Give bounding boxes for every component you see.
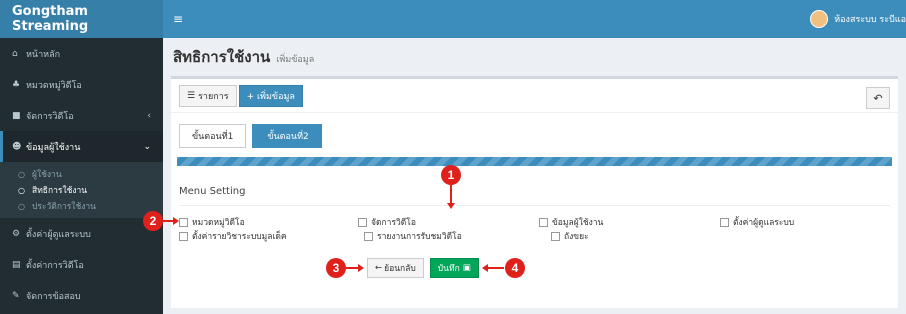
hamburger-icon[interactable]: ≡ (173, 12, 183, 26)
cogs-icon: ⚙ (12, 228, 21, 239)
form-actions: ← ย้อนกลับ บันทึก ▣ (367, 258, 479, 278)
checkbox[interactable] (539, 217, 548, 227)
sitemap-icon: ♣ (12, 79, 21, 90)
circle-icon: ○ (18, 185, 25, 195)
user-name: ห้องสระบบ ระบีแอ (834, 15, 906, 25)
annotation-arrowhead-2 (173, 217, 179, 225)
file-icon: ▤ (12, 259, 21, 270)
checkbox-manage-video[interactable]: จัดการวิดีโอ (358, 215, 539, 229)
checkbox-trash[interactable]: ถังขยะ (551, 229, 738, 243)
sidebar-item-manage-exams[interactable]: ✎ จัดการข้อสอบ (0, 280, 163, 311)
topbar: ≡ ห้องสระบบ ระบีแอ (163, 0, 906, 38)
video-icon: ■ (12, 110, 21, 121)
checkbox[interactable] (719, 217, 729, 227)
save-icon: ▣ (462, 263, 471, 273)
add-button[interactable]: + เพิ่มข้อมูล (238, 84, 303, 107)
list-button[interactable]: ☰ รายการ (179, 84, 237, 107)
checkbox[interactable] (179, 217, 188, 227)
chevron-left-icon: ‹ (147, 110, 151, 121)
checkbox-admin-settings[interactable]: ตั้งค่าผู้ดูแลระบบ (719, 215, 899, 229)
checkbox-row: หมวดหมู่วิดีโอ จัดการวิดีโอ ข้อมูลผู้ใช้… (179, 215, 899, 229)
menu-setting-label: Menu Setting (179, 186, 246, 197)
checkbox-row: ตั้งค่ารายวิชาระบบมูลเด็ค รายงานการรับชม… (179, 229, 899, 243)
step-1-tab[interactable]: ขั้นตอนที่1 (179, 124, 247, 148)
checkbox-video-category[interactable]: หมวดหมู่วิดีโอ (179, 215, 358, 229)
sidebar: Gongtham Streaming ⌂ หน้าหลัก ♣ หมวดหมู่วิ… (0, 0, 163, 314)
checkbox-video-report[interactable]: รายงานการรับชมวิดีโอ (364, 229, 551, 243)
content-header: สิทธิการใช้งาน เพิ่มข้อมูล (171, 38, 898, 76)
main-content: สิทธิการใช้งาน เพิ่มข้อมูล ☰ รายการ + เพิ่… (163, 38, 906, 314)
list-icon: ☰ (187, 90, 196, 101)
sidebar-menu: ⌂ หน้าหลัก ♣ หมวดหมู่วิดีโอ ■ จัดการวิดีโอ ‹… (0, 38, 163, 311)
circle-icon: ○ (18, 169, 25, 179)
sidebar-item-admin-settings[interactable]: ⚙ ตั้งค่าผู้ดูแลระบบ (0, 218, 163, 249)
annotation-badge-1: 1 (441, 165, 461, 185)
chevron-down-icon: ⌄ (143, 141, 151, 152)
reply-icon[interactable]: ↶ (866, 87, 890, 109)
edit-icon: ✎ (12, 290, 20, 301)
home-icon: ⌂ (12, 48, 18, 59)
checkbox[interactable] (364, 231, 373, 241)
menu-checkbox-grid: หมวดหมู่วิดีโอ จัดการวิดีโอ ข้อมูลผู้ใช้… (179, 215, 899, 243)
sidebar-item-user-data[interactable]: ☻ ข้อมูลผู้ใช้งาน ⌄ (0, 131, 163, 162)
step-2-tab[interactable]: ขั้นตอนที่2 (252, 124, 322, 148)
checkbox-user-data[interactable]: ข้อมูลผู้ใช้งาน (539, 215, 720, 229)
sidebar-item-video-category[interactable]: ♣ หมวดหมู่วิดีโอ (0, 69, 163, 100)
sidebar-subitem-users[interactable]: ○ ผู้ใช้งาน (0, 166, 163, 182)
sidebar-item-manage-video[interactable]: ■ จัดการวิดีโอ ‹ (0, 100, 163, 131)
annotation-badge-3: 3 (326, 258, 346, 278)
annotation-badge-4: 4 (505, 258, 525, 278)
user-menu[interactable]: ห้องสระบบ ระบีแอ (810, 10, 906, 28)
wizard-steps: ขั้นตอนที่1 ขั้นตอนที่2 (171, 121, 898, 151)
users-icon: ☻ (12, 141, 22, 152)
page-title: สิทธิการใช้งาน เพิ่มข้อมูล (173, 48, 315, 66)
checkbox-course-settings[interactable]: ตั้งค่ารายวิชาระบบมูลเด็ค (179, 229, 364, 243)
circle-icon: ○ (18, 201, 25, 211)
toolbar: ☰ รายการ + เพิ่มข้อมูล (171, 79, 898, 113)
annotation-arrowhead-3 (358, 264, 364, 272)
sidebar-subitem-permissions[interactable]: ○ สิทธิการใช้งาน (0, 182, 163, 198)
sidebar-item-video-settings[interactable]: ▤ ตั้งค่าการวิดีโอ (0, 249, 163, 280)
annotation-badge-2: 2 (143, 211, 163, 231)
progress-bar (177, 157, 892, 166)
save-button[interactable]: บันทึก ▣ (429, 258, 479, 278)
checkbox[interactable] (358, 217, 368, 227)
divider (179, 205, 890, 206)
form-box: ☰ รายการ + เพิ่มข้อมูล ↶ ขั้นตอนที่1 ขั้น… (171, 76, 898, 308)
annotation-arrowhead-4 (482, 264, 488, 272)
avatar (810, 10, 829, 28)
checkbox[interactable] (179, 231, 188, 241)
annotation-arrow-4 (488, 267, 504, 269)
sidebar-subitem-history[interactable]: ○ ประวัติการใช้งาน (0, 198, 163, 214)
sidebar-item-home[interactable]: ⌂ หน้าหลัก (0, 38, 163, 69)
arrow-left-icon: ← (375, 263, 383, 273)
annotation-arrowhead-1 (447, 203, 455, 209)
brand-logo[interactable]: Gongtham Streaming (0, 0, 163, 38)
checkbox[interactable] (551, 231, 560, 241)
annotation-arrow-1 (450, 185, 452, 205)
sidebar-submenu: ○ ผู้ใช้งาน ○ สิทธิการใช้งาน ○ ประวัติการใช… (0, 162, 163, 218)
page-subtitle: เพิ่มข้อมูล (276, 55, 315, 65)
back-button[interactable]: ← ย้อนกลับ (367, 258, 424, 278)
